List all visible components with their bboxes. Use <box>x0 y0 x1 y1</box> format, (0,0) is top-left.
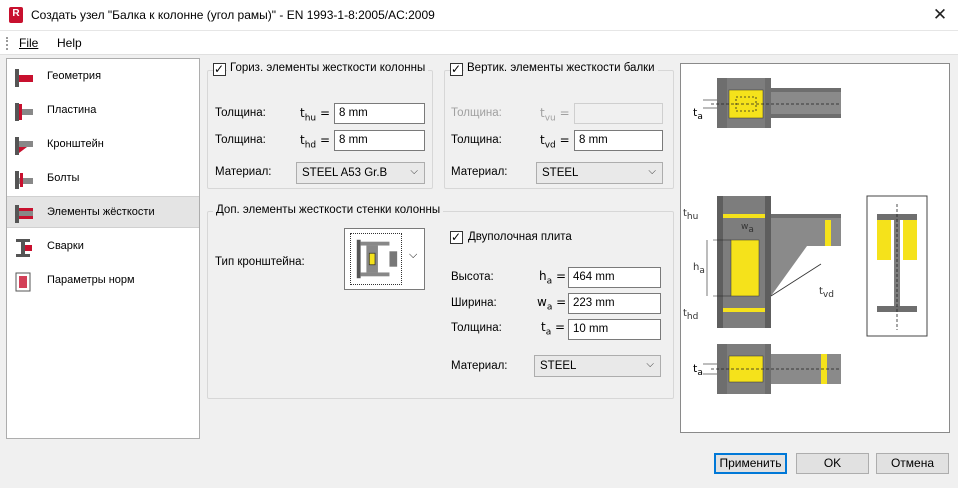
connection-drawing <box>703 78 928 394</box>
connection-preview: ta thu wa ha thd tvd ta <box>680 63 950 433</box>
vert-material-select[interactable]: STEEL ⌵ <box>536 162 663 184</box>
horiz-stiffeners-checkbox[interactable] <box>213 62 226 76</box>
nav-item-bolts[interactable]: Болты <box>7 163 199 195</box>
ta-bottom-label: ta <box>693 362 703 379</box>
plate-icon <box>15 103 33 121</box>
nav-label: Пластина <box>47 104 97 116</box>
nav-label: Элементы жёсткости <box>47 206 155 218</box>
web-stiffeners-title: Доп. элементы жесткости стенки колонны <box>213 204 444 216</box>
bracket-type-picker[interactable]: ⌵ <box>344 228 425 290</box>
horiz-material-value: STEEL A53 Gr.B <box>302 167 388 179</box>
nav-item-welds[interactable]: Сварки <box>7 231 199 263</box>
web-material-label: Материал: <box>451 360 508 372</box>
nav-item-bracket[interactable]: Кронштейн <box>7 129 199 161</box>
vert-material-value: STEEL <box>542 167 579 179</box>
width-label: Ширина: <box>451 297 497 309</box>
cancel-button[interactable]: Отмена <box>876 453 949 474</box>
menu-file[interactable]: File <box>19 36 38 50</box>
double-plate-checkbox[interactable] <box>450 230 463 244</box>
thickness-vu-input[interactable] <box>574 103 663 124</box>
code-params-icon <box>15 272 31 292</box>
height-symbol: ha = <box>539 269 566 287</box>
double-plate-label: Двуполочная плита <box>468 231 572 243</box>
nav-item-code-params[interactable]: Параметры норм <box>7 265 199 297</box>
nav-label: Сварки <box>47 240 84 252</box>
nav-label: Болты <box>47 172 80 184</box>
welds-icon <box>16 239 32 257</box>
thickness-a-input[interactable]: 10 mm <box>568 319 661 340</box>
ha-label: ha <box>693 262 705 276</box>
bracket-type-preview-icon <box>350 233 402 285</box>
bracket-icon <box>15 137 33 155</box>
thickness-vu-symbol: tvu = <box>540 106 570 124</box>
chevron-down-icon: ⌵ <box>409 249 418 261</box>
thickness-hu-symbol: thu = <box>300 106 331 124</box>
top-plan-view <box>703 78 841 128</box>
thd-label: thd <box>683 308 699 322</box>
horiz-stiffeners-title: Гориз. элементы жесткости колонны <box>227 62 429 74</box>
thickness-hd-symbol: thd = <box>300 133 331 151</box>
side-section-view <box>866 195 928 337</box>
menu-help[interactable]: Help <box>57 36 82 50</box>
nav-item-geometry[interactable]: Геометрия <box>7 61 199 93</box>
thickness-a-label: Толщина: <box>451 322 502 334</box>
thickness-vd-label: Толщина: <box>451 134 502 146</box>
height-input[interactable]: 464 mm <box>568 267 661 288</box>
ta-top-label: ta <box>693 106 703 123</box>
tvd-label: tvd <box>819 286 834 300</box>
thickness-hu-label: Толщина: <box>215 107 266 119</box>
vert-material-label: Материал: <box>451 166 508 178</box>
nav-label: Параметры норм <box>47 274 135 286</box>
thickness-vd-symbol: tvd = <box>540 133 570 151</box>
ok-button[interactable]: OK <box>796 453 869 474</box>
web-material-select[interactable]: STEEL ⌵ <box>534 355 661 377</box>
window-title: Создать узел "Балка к колонне (угол рамы… <box>31 8 435 22</box>
thickness-a-symbol: ta = <box>541 320 566 338</box>
menu-bar <box>0 31 958 55</box>
bottom-plan-view <box>703 344 841 394</box>
thickness-vd-input[interactable]: 8 mm <box>574 130 663 151</box>
nav-item-stiffeners[interactable]: Элементы жёсткости <box>7 196 199 228</box>
chevron-down-icon: ⌵ <box>410 166 418 177</box>
thickness-hd-label: Толщина: <box>215 134 266 146</box>
front-elevation-view <box>706 196 841 328</box>
web-material-value: STEEL <box>540 360 577 372</box>
menu-grip-icon <box>6 37 9 50</box>
chevron-down-icon: ⌵ <box>648 166 656 177</box>
stiffeners-icon <box>15 205 33 223</box>
nav-label: Геометрия <box>47 70 102 82</box>
bracket-type-label: Тип кронштейна: <box>215 256 305 268</box>
geometry-icon <box>15 69 33 87</box>
nav-label: Кронштейн <box>47 138 104 150</box>
height-label: Высота: <box>451 271 494 283</box>
bolts-icon <box>15 171 33 189</box>
close-icon[interactable]: ✕ <box>930 5 950 25</box>
thickness-hu-input[interactable]: 8 mm <box>334 103 425 124</box>
chevron-down-icon: ⌵ <box>646 359 654 370</box>
thickness-hd-input[interactable]: 8 mm <box>334 130 425 151</box>
wa-label: wa <box>741 222 754 235</box>
app-logo-icon: R <box>9 7 23 23</box>
horiz-material-select[interactable]: STEEL A53 Gr.B ⌵ <box>296 162 425 184</box>
vert-stiffeners-title: Вертик. элементы жесткости балки <box>464 62 658 74</box>
apply-button[interactable]: Применить <box>714 453 787 474</box>
width-input[interactable]: 223 mm <box>568 293 661 314</box>
thu-label: thu <box>683 208 699 222</box>
width-symbol: wa = <box>537 295 567 313</box>
nav-item-plate[interactable]: Пластина <box>7 95 199 127</box>
horiz-material-label: Материал: <box>215 166 272 178</box>
vert-stiffeners-checkbox[interactable] <box>450 62 463 76</box>
thickness-vu-label: Толщина: <box>451 107 502 119</box>
section-nav: Геометрия Пластина Кронштейн Болты Элеме… <box>6 58 200 439</box>
